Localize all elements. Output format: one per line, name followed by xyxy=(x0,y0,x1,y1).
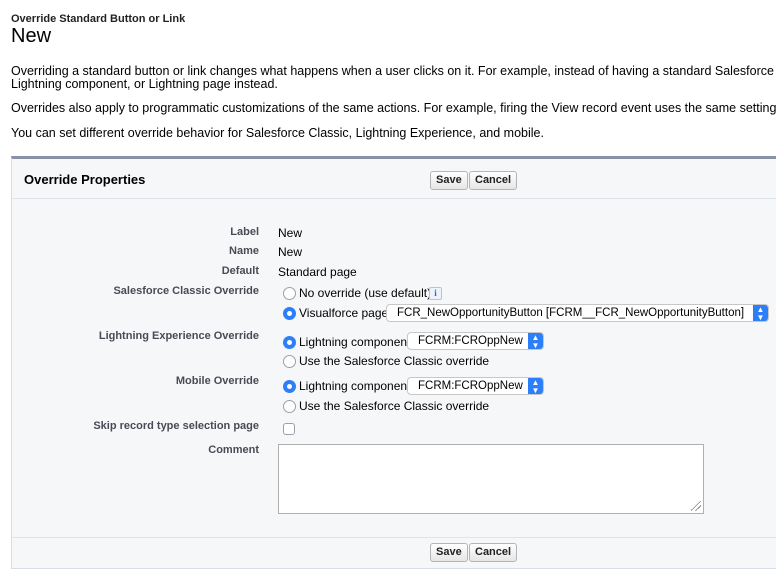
mobile-component-select-value: FCRM:FCROppNew xyxy=(418,380,523,392)
classic-no-override-label: No override (use default) xyxy=(299,286,432,300)
intro-paragraph-1-line-1: Overriding a standard button or link cha… xyxy=(11,64,776,78)
mobile-component-radio[interactable] xyxy=(283,380,296,393)
lex-component-select-value: FCRM:FCROppNew xyxy=(418,335,523,347)
panel-title: Override Properties xyxy=(24,172,146,187)
info-icon[interactable]: i xyxy=(429,287,442,300)
mobile-use-classic-radio[interactable] xyxy=(283,400,296,413)
classic-override-label: Salesforce Classic Override xyxy=(113,285,259,297)
intro-paragraph-1-line-2: Lightning component, or Lightning page i… xyxy=(11,77,278,91)
updown-chevron-icon: ▲ ▼ xyxy=(528,333,543,349)
mobile-override-label: Mobile Override xyxy=(175,375,259,387)
intro-paragraph-3: You can set different override behavior … xyxy=(11,126,544,140)
mobile-component-select[interactable]: FCRM:FCROppNew ▲ ▼ xyxy=(407,377,544,395)
save-button-bottom[interactable]: Save xyxy=(430,543,468,562)
classic-no-override-radio[interactable] xyxy=(283,287,296,300)
lex-override-label: Lightning Experience Override xyxy=(98,330,259,342)
lex-use-classic-radio[interactable] xyxy=(283,355,296,368)
resize-grip-icon[interactable] xyxy=(691,501,701,511)
page-title: New xyxy=(11,25,52,47)
updown-chevron-icon: ▲ ▼ xyxy=(528,378,543,394)
updown-chevron-icon: ▲ ▼ xyxy=(753,305,768,321)
classic-visualforce-radio[interactable] xyxy=(283,307,296,320)
label-field-value: New xyxy=(278,226,303,240)
lex-component-label: Lightning component xyxy=(299,335,411,349)
classic-visualforce-select-value: FCR_NewOpportunityButton [FCRM__FCR_NewO… xyxy=(397,307,745,319)
comment-textarea[interactable] xyxy=(278,444,704,514)
intro-paragraph-2: Overrides also apply to programmatic cus… xyxy=(11,101,776,115)
comment-label: Comment xyxy=(208,444,259,456)
classic-visualforce-label: Visualforce page xyxy=(299,306,389,320)
panel-footer: Save Cancel xyxy=(12,537,776,568)
default-field-label: Default xyxy=(221,265,259,277)
page-subtitle: Override Standard Button or Link xyxy=(11,13,186,25)
mobile-use-classic-label: Use the Salesforce Classic override xyxy=(299,399,490,413)
mobile-component-label: Lightning component xyxy=(299,379,411,393)
default-field-value: Standard page xyxy=(278,265,357,279)
cancel-button-top[interactable]: Cancel xyxy=(469,171,518,190)
label-field-label: Label xyxy=(230,226,259,238)
lex-use-classic-label: Use the Salesforce Classic override xyxy=(299,354,490,368)
lex-component-select[interactable]: FCRM:FCROppNew ▲ ▼ xyxy=(407,332,544,350)
skip-record-type-checkbox[interactable] xyxy=(283,423,295,435)
cancel-button-bottom[interactable]: Cancel xyxy=(469,543,518,562)
skip-record-type-label: Skip record type selection page xyxy=(93,420,259,432)
save-button-top[interactable]: Save xyxy=(430,171,468,190)
lex-component-radio[interactable] xyxy=(283,336,296,349)
panel-header: Override Properties Save Cancel xyxy=(12,159,776,199)
name-field-label: Name xyxy=(229,245,259,257)
name-field-value: New xyxy=(278,245,303,259)
classic-visualforce-select[interactable]: FCR_NewOpportunityButton [FCRM__FCR_NewO… xyxy=(386,304,769,322)
